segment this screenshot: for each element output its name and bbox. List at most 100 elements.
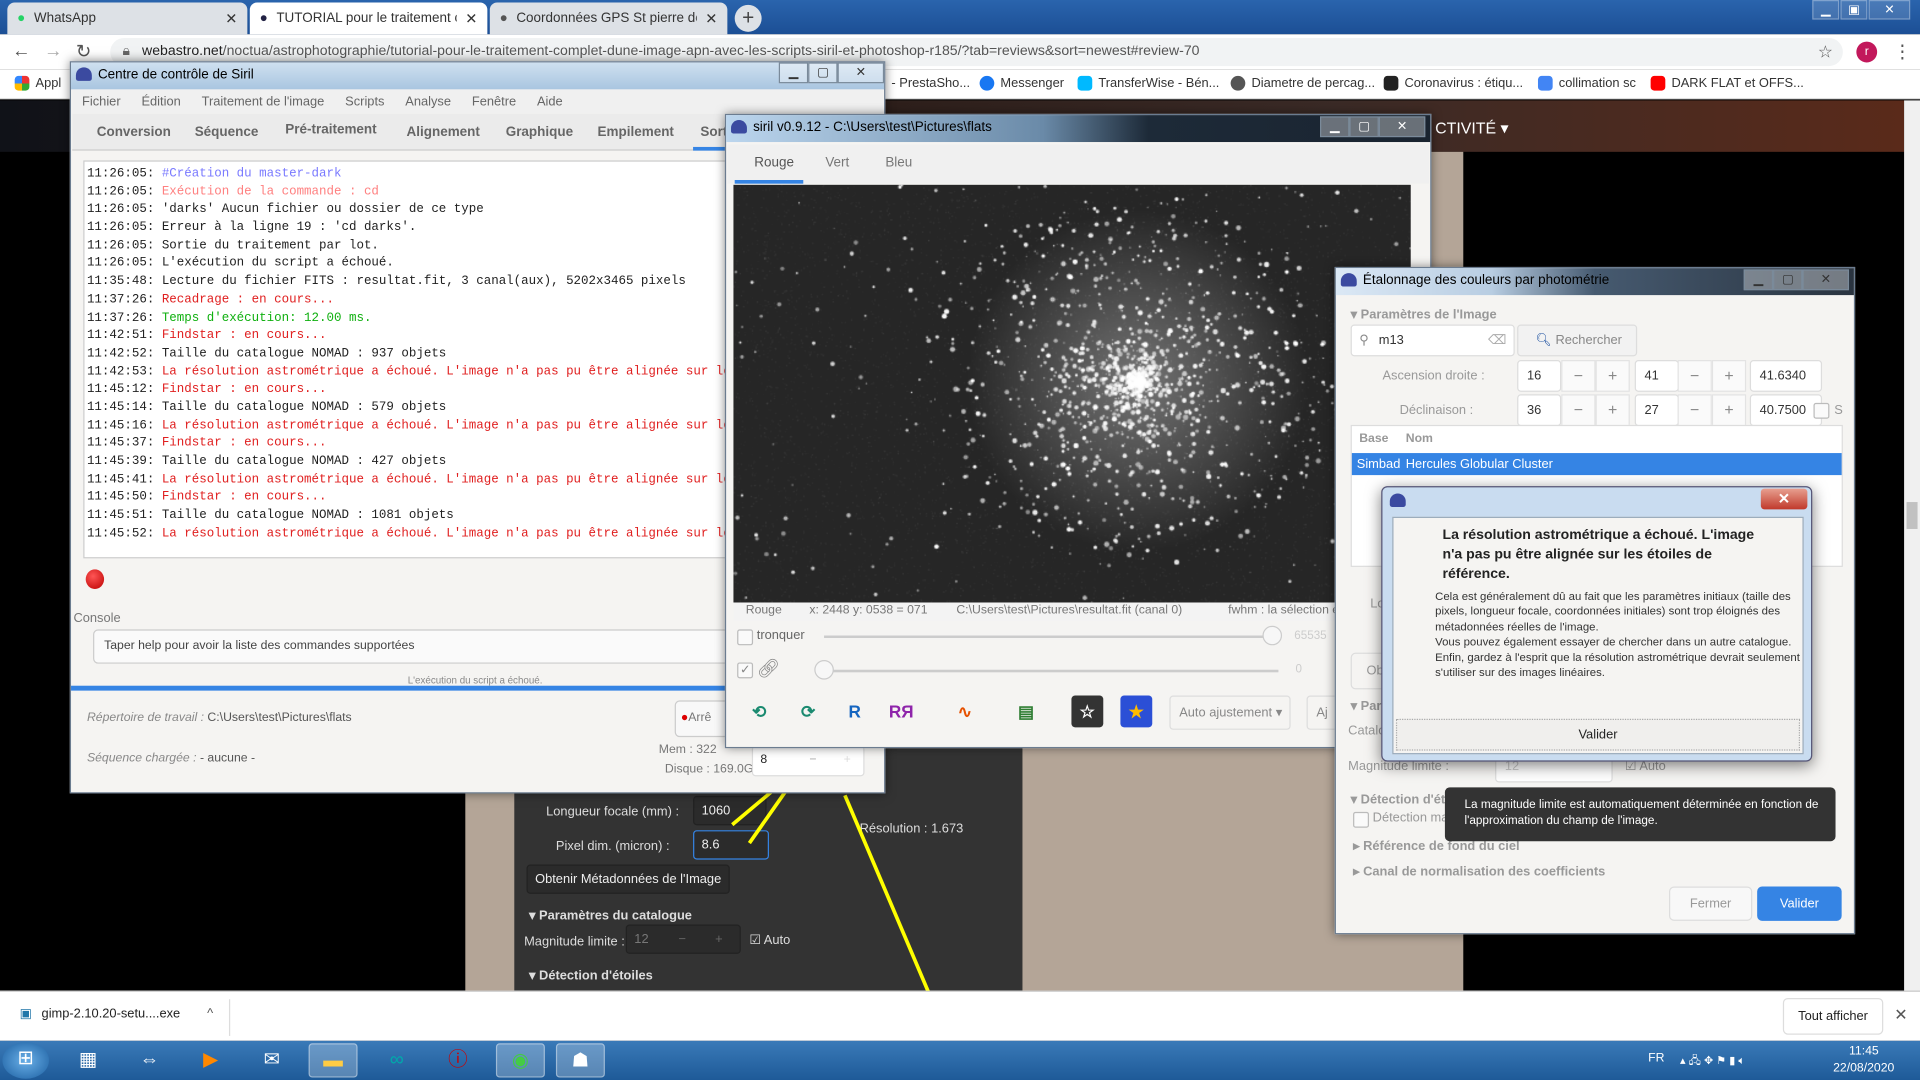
partial-section[interactable]: ▾ Par [1351, 699, 1382, 714]
window-titlebar[interactable]: siril v0.9.12 - C:\Users\test\Pictures\f… [726, 115, 1431, 143]
close-icon[interactable]: ✕ [1802, 269, 1849, 291]
tab-sequence[interactable]: Séquence [195, 125, 259, 140]
image-viewer[interactable] [733, 184, 1411, 603]
start-button[interactable]: ⊞ [2, 1042, 49, 1079]
menu-aide[interactable]: Aide [537, 89, 563, 113]
stop-button[interactable]: ●Arrê [674, 700, 730, 738]
file-explorer-icon[interactable]: ▬ [308, 1043, 358, 1078]
calculator-icon[interactable]: ▦ [64, 1043, 113, 1077]
clear-icon[interactable]: ⌫ [1488, 326, 1506, 355]
tab-sortie[interactable]: Sort [700, 125, 727, 140]
pixel-size-input[interactable]: 8.6 [693, 830, 769, 860]
ra-minutes-input[interactable]: 41 [1634, 360, 1679, 392]
dec-degrees-increment[interactable]: + [1595, 394, 1630, 427]
apply-button[interactable]: Valider [1757, 886, 1842, 921]
low-slider-knob[interactable] [814, 660, 834, 680]
dec-minutes-decrement[interactable]: − [1677, 394, 1712, 427]
tab-coordonnees[interactable]: ● Coordonnées GPS St pierre de p ✕ [489, 2, 728, 35]
close-tab-icon[interactable]: ✕ [465, 10, 477, 27]
tab-bleu[interactable]: Bleu [885, 156, 912, 171]
close-icon[interactable]: ✕ [837, 62, 885, 84]
dec-minutes-input[interactable]: 27 [1634, 394, 1679, 427]
star-detection-header[interactable]: ▾ Détection d'étoiles [529, 969, 653, 984]
ra-hours-input[interactable]: 16 [1517, 360, 1562, 392]
bookmark-dark-flat[interactable]: DARK FLAT et OFFS... [1650, 75, 1804, 91]
profile-avatar[interactable]: r [1856, 41, 1878, 63]
menu-scripts[interactable]: Scripts [345, 89, 384, 113]
high-slider-knob[interactable] [1262, 625, 1283, 646]
tab-vert[interactable]: Vert [825, 156, 849, 171]
minimize-icon[interactable]: ▁ [1812, 0, 1840, 20]
rotate-right-icon[interactable]: ⟳ [792, 696, 824, 728]
histogram-icon[interactable]: ∿ [949, 696, 981, 728]
scroll-thumb[interactable] [1906, 502, 1918, 529]
star-icon[interactable]: ☆ [1818, 38, 1833, 66]
dec-minutes-increment[interactable]: + [1711, 394, 1747, 427]
bookmark-collimation[interactable]: collimation sc [1537, 75, 1636, 91]
tab-conversion[interactable]: Conversion [97, 125, 171, 140]
menu-fichier[interactable]: Fichier [82, 89, 121, 113]
bookmark-diametre[interactable]: Diametre de percag... [1230, 75, 1375, 91]
chevron-up-icon[interactable]: ^ [207, 1007, 213, 1022]
ra-minutes-increment[interactable]: + [1711, 360, 1747, 392]
manual-detection-checkbox[interactable] [1353, 811, 1369, 828]
minimize-icon[interactable]: ▁ [1743, 269, 1774, 291]
catalog-section-header[interactable]: ▾ Paramètres du catalogue [529, 909, 692, 924]
dialog-ok-button[interactable]: Valider [1395, 718, 1801, 751]
auto-checkbox[interactable]: ☑ Auto [749, 933, 790, 948]
menu-icon[interactable]: ⋮ [1893, 40, 1911, 63]
tab-graphique[interactable]: Graphique [506, 125, 573, 140]
bookmark-prestashop[interactable]: - PrestaSho... [891, 76, 970, 91]
thunderbird-icon[interactable]: ✉ [247, 1043, 296, 1077]
clock-time[interactable]: 11:45 [1849, 1044, 1879, 1057]
new-tab-button[interactable]: + [734, 4, 762, 32]
command-input[interactable]: Taper help pour avoir la liste des comma… [93, 629, 730, 664]
clock-date[interactable]: 22/08/2020 [1833, 1062, 1894, 1075]
ra-seconds-input[interactable]: 41.6340 [1749, 360, 1823, 392]
maximize-icon[interactable]: ▣ [1840, 0, 1868, 20]
tray-icons[interactable]: ▴ 🖧 ✥ ⚑ ▮ 🔈︎ [1680, 1052, 1745, 1072]
menu-edition[interactable]: Édition [141, 89, 180, 113]
image-params-header[interactable]: ▾ Paramètres de l'Image [1351, 307, 1497, 322]
focal-length-input[interactable]: 1060 [693, 795, 767, 826]
info-app-icon[interactable]: ⓘ [433, 1043, 482, 1077]
forward-icon[interactable]: → [44, 40, 62, 61]
dec-degrees-input[interactable]: 36 [1517, 394, 1562, 427]
dec-degrees-decrement[interactable]: − [1561, 394, 1596, 427]
star-negative-icon[interactable]: ☆ [1071, 695, 1104, 728]
high-slider[interactable] [824, 635, 1280, 638]
nav-activite[interactable]: CTIVITÉ ▾ [1435, 119, 1508, 139]
south-checkbox[interactable] [1813, 402, 1830, 419]
arduino-icon[interactable]: ∞ [372, 1043, 421, 1077]
ra-minutes-decrement[interactable]: − [1677, 360, 1712, 392]
language-indicator[interactable]: FR [1648, 1052, 1664, 1065]
result-row[interactable]: Simbad Hercules Globular Cluster [1351, 453, 1842, 476]
dec-seconds-input[interactable]: 40.7500 [1749, 394, 1823, 427]
object-search-input[interactable]: ⚲ m13 ⌫ [1350, 324, 1515, 357]
window-titlebar[interactable]: Centre de contrôle de Siril ▁ ▢ ✕ [71, 62, 885, 90]
download-item[interactable]: ▣ gimp-2.10.20-setu....exe ^ [20, 1007, 214, 1022]
close-icon[interactable]: ✕ [1868, 0, 1911, 20]
ra-hours-increment[interactable]: + [1595, 360, 1630, 392]
ra-hours-decrement[interactable]: − [1561, 360, 1596, 392]
minimize-icon[interactable]: ▁ [778, 62, 809, 84]
rotate-left-icon[interactable]: ⟲ [743, 696, 775, 728]
magnitude-spin[interactable]: 12− + [625, 924, 741, 954]
image-stack-icon[interactable]: ▤ [1010, 696, 1042, 728]
bookmark-messenger[interactable]: Messenger [979, 75, 1064, 91]
page-scrollbar[interactable] [1904, 100, 1920, 991]
chrome-icon[interactable]: ◉ [495, 1043, 545, 1078]
get-metadata-button[interactable]: Obtenir Métadonnées de l'Image [526, 864, 730, 894]
show-all-downloads-button[interactable]: Tout afficher [1782, 997, 1884, 1035]
close-tab-icon[interactable]: ✕ [705, 10, 717, 27]
maximize-icon[interactable]: ▢ [1773, 269, 1803, 291]
tab-whatsapp[interactable]: ● WhatsApp ✕ [7, 2, 248, 35]
menu-fenetre[interactable]: Fenêtre [472, 89, 516, 113]
close-icon[interactable]: ✕ [1378, 116, 1426, 138]
star-color-icon[interactable]: ★ [1120, 695, 1153, 728]
close-download-bar-icon[interactable]: ✕ [1894, 1005, 1907, 1025]
log-output[interactable]: 11:26:05: #Création du master-dark 11:26:… [83, 160, 727, 559]
teamviewer-icon[interactable]: ⇔ [125, 1043, 174, 1077]
maximize-icon[interactable]: ▢ [1349, 116, 1379, 138]
low-slider[interactable] [815, 669, 1279, 673]
